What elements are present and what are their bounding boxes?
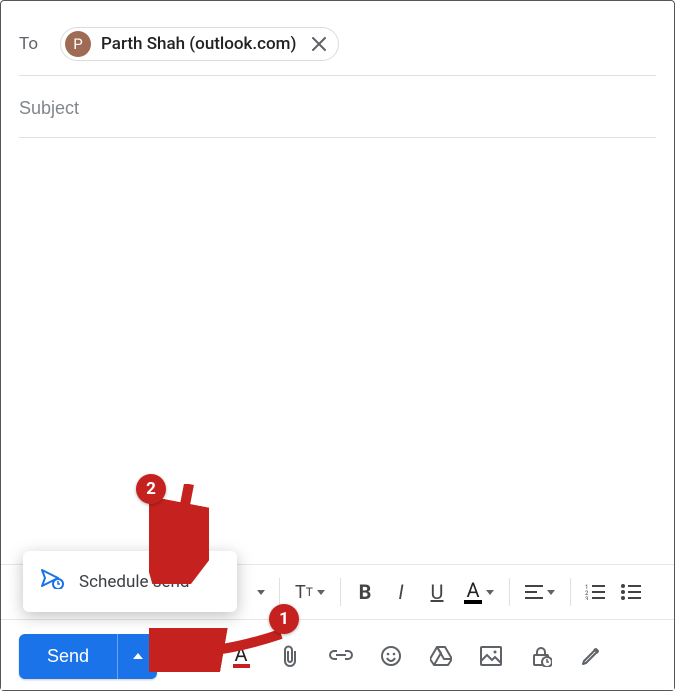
- annotation-arrow-1: [149, 628, 289, 672]
- separator: [279, 578, 280, 606]
- chevron-up-icon: [133, 653, 143, 659]
- avatar: P: [65, 31, 91, 57]
- bulleted-list-button[interactable]: [613, 574, 649, 610]
- text-color-button[interactable]: A: [455, 574, 503, 610]
- font-size-button[interactable]: TT: [286, 574, 334, 610]
- separator: [509, 578, 510, 606]
- to-label: To: [19, 34, 38, 54]
- svg-text:3: 3: [585, 596, 588, 600]
- insert-emoji-button[interactable]: [375, 640, 407, 672]
- insert-link-button[interactable]: [325, 640, 357, 672]
- subject-row: [19, 76, 656, 138]
- align-button[interactable]: [516, 574, 564, 610]
- chevron-down-icon[interactable]: [257, 590, 265, 595]
- recipient-chip[interactable]: P Parth Shah (outlook.com): [60, 27, 339, 61]
- to-row: To P Parth Shah (outlook.com): [19, 17, 656, 76]
- insert-drive-button[interactable]: [425, 640, 457, 672]
- subject-input[interactable]: [19, 98, 656, 119]
- annotation-badge-2: 2: [136, 474, 166, 504]
- compose-bottom-bar: Send A A: [1, 622, 674, 690]
- schedule-send-icon: [41, 569, 65, 594]
- italic-button[interactable]: I: [383, 574, 419, 610]
- confidential-mode-button[interactable]: [525, 640, 557, 672]
- separator: [570, 578, 571, 606]
- recipient-name: Parth Shah (outlook.com): [101, 34, 296, 54]
- separator: [340, 578, 341, 606]
- send-split-button: Send: [19, 634, 157, 679]
- bold-button[interactable]: B: [347, 574, 383, 610]
- annotation-badge-1: 1: [269, 604, 299, 634]
- remove-recipient-icon[interactable]: [308, 33, 330, 55]
- numbered-list-button[interactable]: 123: [577, 574, 613, 610]
- insert-signature-button[interactable]: [575, 640, 607, 672]
- underline-button[interactable]: U: [419, 574, 455, 610]
- send-button[interactable]: Send: [19, 634, 117, 679]
- insert-photo-button[interactable]: [475, 640, 507, 672]
